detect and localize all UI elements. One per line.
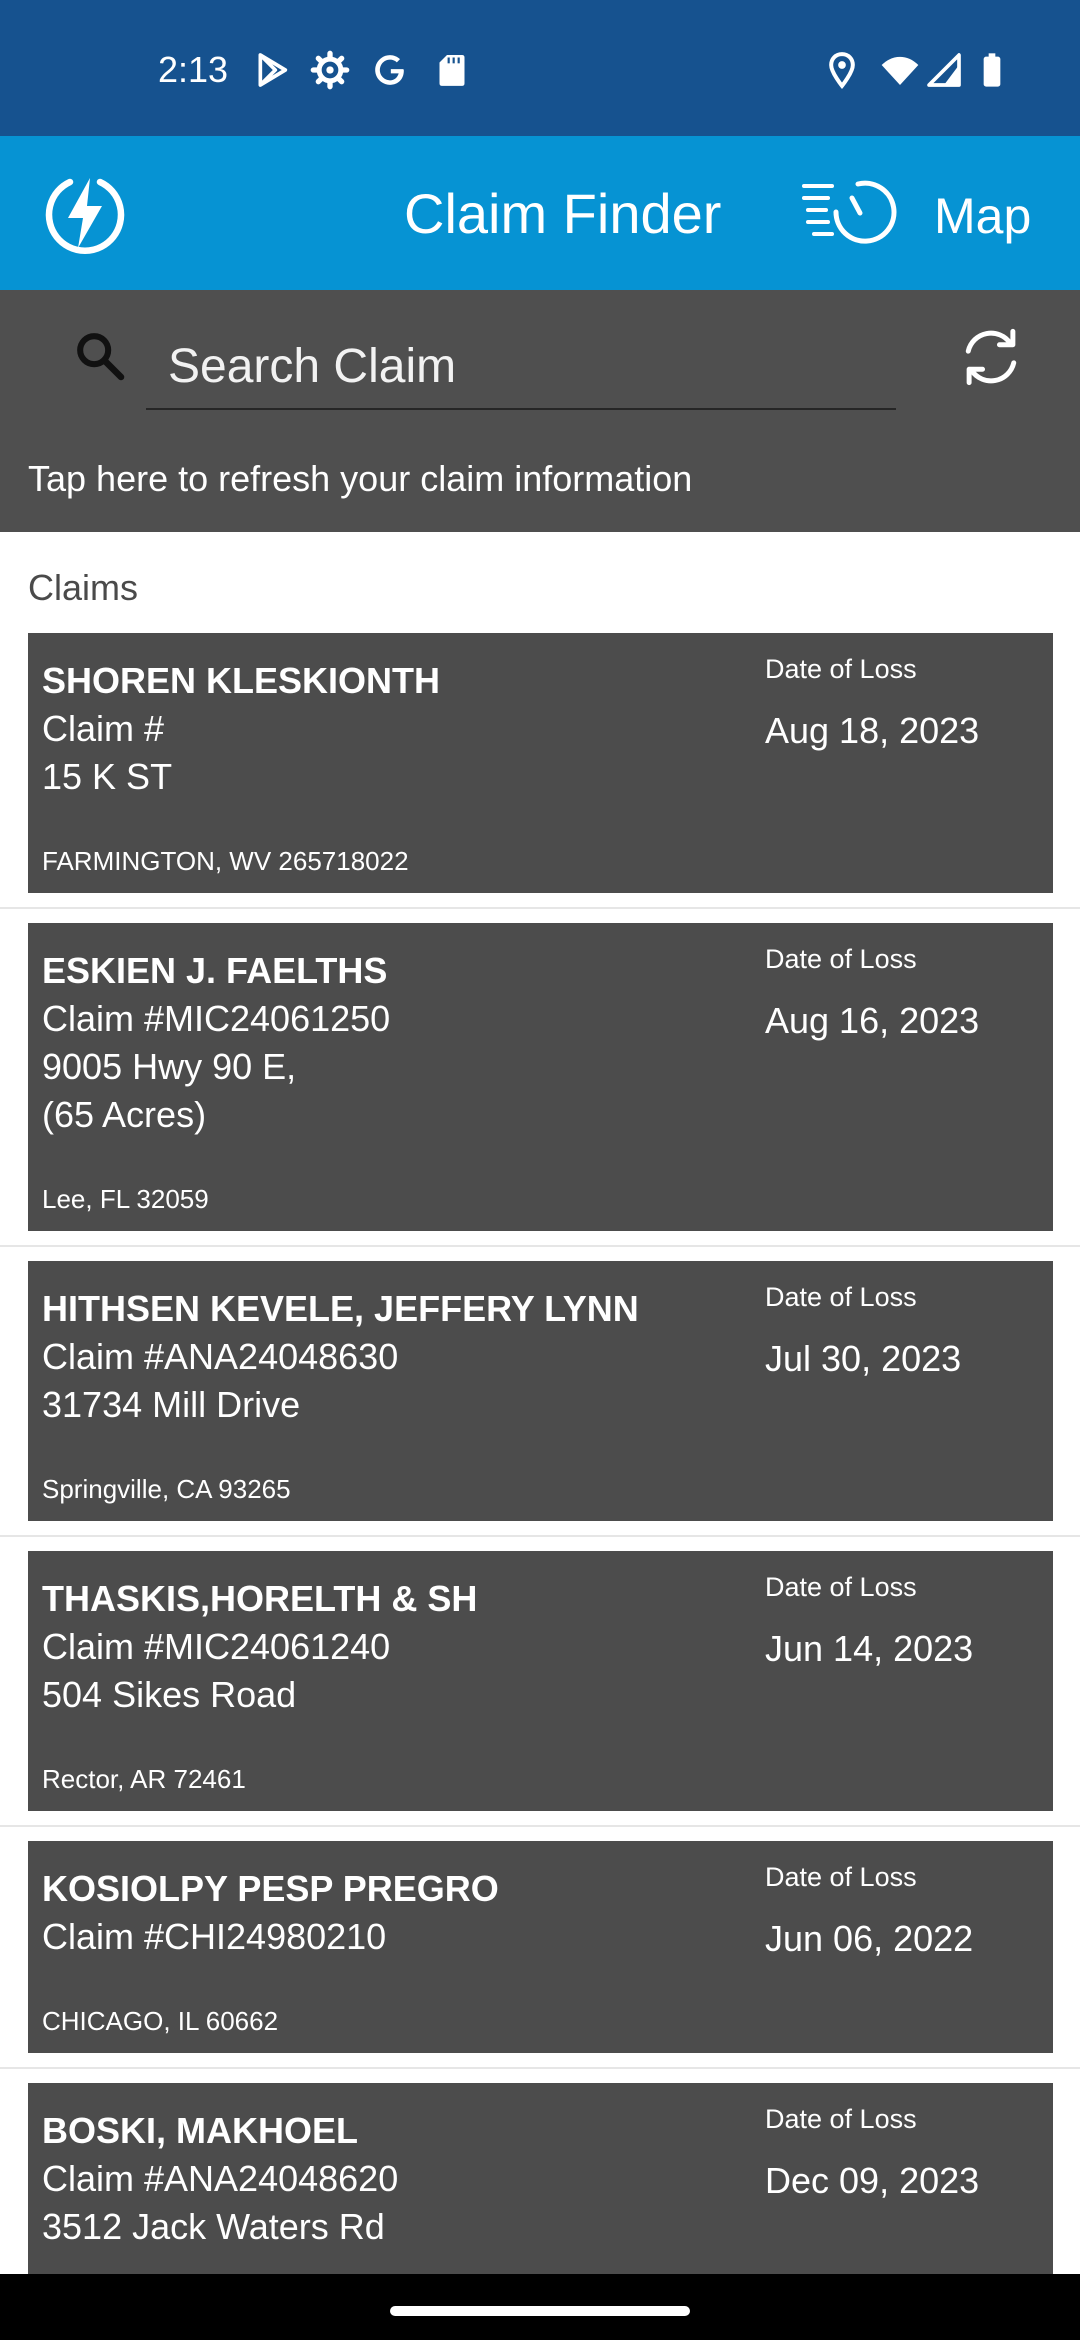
claim-row: ESKIEN J. FAELTHS Claim #MIC24061250 900… (0, 923, 1080, 1247)
claim-address-line: 9005 Hwy 90 E, (42, 1046, 297, 1087)
date-of-loss-value: Jun 14, 2023 (765, 1628, 974, 1669)
claim-row: KOSIOLPY PESP PREGRO Claim #CHI24980210 … (0, 1841, 1080, 2069)
claims-header: Claims (28, 567, 139, 608)
gear-icon (310, 50, 350, 90)
claim-address-line: 3512 Jack Waters Rd (42, 2206, 385, 2247)
date-of-loss-value: Aug 18, 2023 (765, 710, 980, 751)
refresh-hint[interactable]: Tap here to refresh your claim informati… (28, 456, 692, 502)
date-of-loss-label: Date of Loss (765, 1862, 917, 1892)
claim-row: SHOREN KLESKIONTH Claim # 15 K ST FARMIN… (0, 633, 1080, 909)
claim-address-line: 15 K ST (42, 756, 173, 797)
date-of-loss-label: Date of Loss (765, 654, 917, 684)
claim-card[interactable]: HITHSEN KEVELE, JEFFERY LYNN Claim #ANA2… (28, 1261, 1053, 1521)
claim-row: HITHSEN KEVELE, JEFFERY LYNN Claim #ANA2… (0, 1261, 1080, 1537)
date-of-loss-value: Jul 30, 2023 (765, 1338, 962, 1379)
date-of-loss-label: Date of Loss (765, 2104, 917, 2134)
home-gesture-handle[interactable] (390, 2306, 690, 2316)
claim-city: CHICAGO, IL 60662 (42, 2006, 279, 2036)
location-icon (829, 52, 855, 90)
status-time: 2:13 (158, 49, 229, 90)
app-bar: Claim Finder Map (0, 136, 1080, 290)
claims-list: SHOREN KLESKIONTH Claim # 15 K ST FARMIN… (0, 633, 1080, 2337)
search-input[interactable] (146, 324, 896, 410)
lightning-bolt-icon[interactable] (40, 168, 130, 258)
claim-address-line: (65 Acres) (42, 1094, 207, 1135)
claim-address-line: 31734 Mill Drive (42, 1384, 301, 1425)
date-of-loss-value: Dec 09, 2023 (765, 2160, 980, 2201)
signal-icon (927, 53, 961, 87)
app-title: Claim Finder (404, 182, 722, 245)
battery-icon (983, 53, 1001, 87)
search-panel: Tap here to refresh your claim informati… (0, 290, 1080, 532)
claim-row: THASKIS,HORELTH & SH Claim #MIC24061240 … (0, 1551, 1080, 1827)
date-of-loss-value: Aug 16, 2023 (765, 1000, 980, 1041)
claim-city: Lee, FL 32059 (42, 1184, 209, 1214)
search-icon (77, 333, 125, 381)
map-button[interactable]: Map (934, 186, 1031, 246)
play-store-icon (258, 53, 288, 87)
navigation-bar (0, 2274, 1080, 2340)
status-bar: 2:13 (0, 0, 1080, 136)
date-of-loss-label: Date of Loss (765, 1572, 917, 1602)
sd-card-icon (439, 55, 465, 86)
claim-card[interactable]: ESKIEN J. FAELTHS Claim #MIC24061250 900… (28, 923, 1053, 1231)
wifi-icon (881, 56, 919, 85)
map-timer-icon[interactable] (802, 176, 898, 252)
claim-city: Rector, AR 72461 (42, 1764, 246, 1794)
date-of-loss-label: Date of Loss (765, 944, 917, 974)
date-of-loss-value: Jun 06, 2022 (765, 1918, 974, 1959)
claim-city: Springville, CA 93265 (42, 1474, 291, 1504)
claim-card[interactable]: SHOREN KLESKIONTH Claim # 15 K ST FARMIN… (28, 633, 1053, 893)
claim-card[interactable]: KOSIOLPY PESP PREGRO Claim #CHI24980210 … (28, 1841, 1053, 2053)
date-of-loss-label: Date of Loss (765, 1282, 917, 1312)
claim-address-line: 504 Sikes Road (42, 1674, 297, 1715)
claim-card[interactable]: THASKIS,HORELTH & SH Claim #MIC24061240 … (28, 1551, 1053, 1811)
claim-city: FARMINGTON, WV 265718022 (42, 846, 409, 876)
refresh-icon[interactable] (956, 322, 1026, 392)
google-icon (375, 55, 404, 85)
